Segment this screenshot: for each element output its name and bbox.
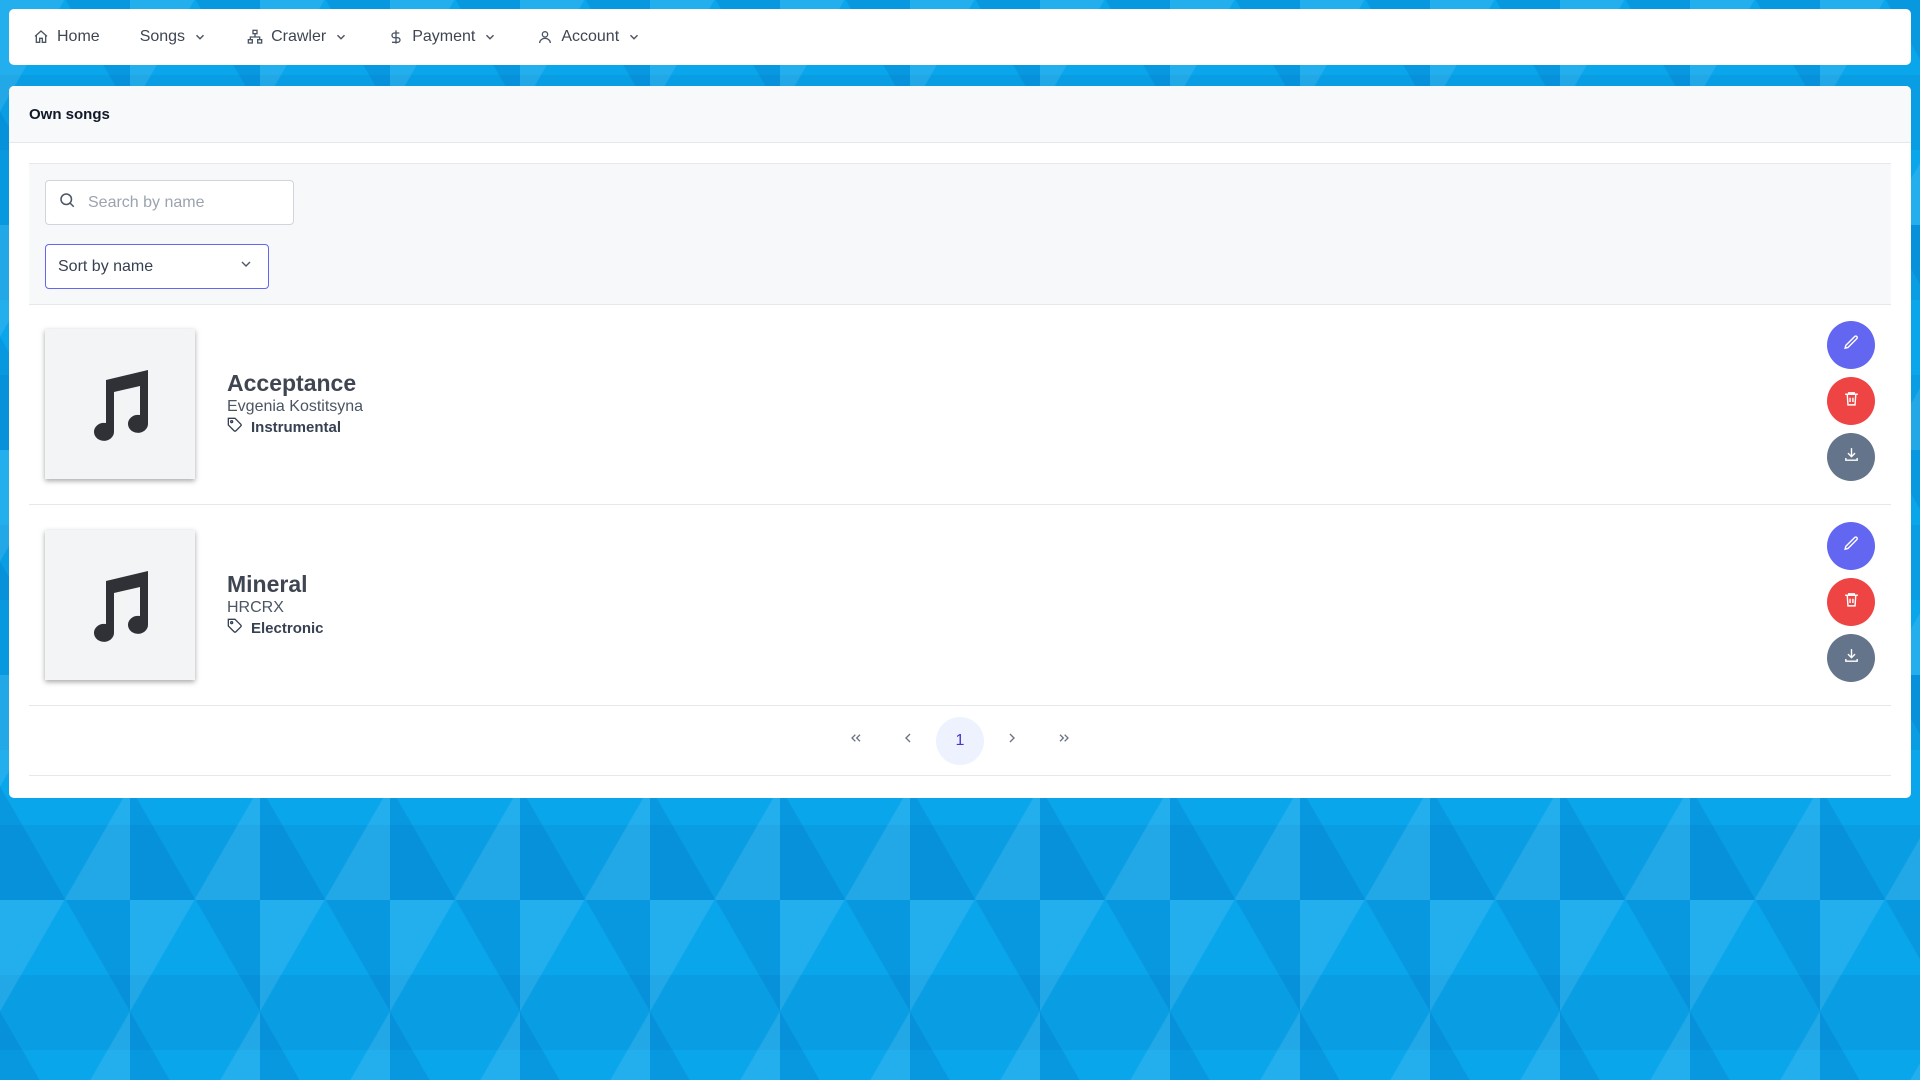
chevron-down-icon <box>627 30 641 44</box>
next-page-button[interactable] <box>988 717 1036 765</box>
download-icon <box>1843 446 1860 468</box>
last-page-button[interactable] <box>1040 717 1088 765</box>
nav-account[interactable]: Account <box>537 9 641 65</box>
nav-home[interactable]: Home <box>33 9 100 65</box>
song-title: Mineral <box>227 571 308 597</box>
song-actions <box>1827 321 1875 481</box>
pencil-icon <box>1843 535 1860 557</box>
sitemap-icon <box>247 29 263 45</box>
chevrons-left-icon <box>848 730 864 751</box>
edit-button[interactable] <box>1827 522 1875 570</box>
search-box[interactable] <box>45 180 294 225</box>
user-icon <box>537 29 553 45</box>
delete-button[interactable] <box>1827 578 1875 626</box>
download-icon <box>1843 647 1860 669</box>
nav-home-label: Home <box>57 28 100 45</box>
delete-button[interactable] <box>1827 377 1875 425</box>
trash-icon <box>1843 390 1860 412</box>
music-note-icon <box>88 563 152 648</box>
tag-icon <box>227 417 243 439</box>
chevron-down-icon <box>238 256 254 277</box>
song-cover <box>45 530 195 680</box>
nav-account-label: Account <box>561 28 620 45</box>
chevron-right-icon <box>1004 730 1020 751</box>
search-input[interactable] <box>88 193 278 212</box>
search-icon <box>58 191 76 214</box>
page-number-button[interactable]: 1 <box>936 716 984 765</box>
card-title: Own songs <box>29 105 110 123</box>
song-genre: Electronic <box>227 618 324 640</box>
pencil-icon <box>1843 334 1860 356</box>
music-note-icon <box>88 362 152 447</box>
song-genre-label: Instrumental <box>251 419 342 436</box>
nav-crawler[interactable]: Crawler <box>247 9 348 65</box>
chevron-down-icon <box>483 30 497 44</box>
sort-selected-label: Sort by name <box>58 257 154 275</box>
trash-icon <box>1843 591 1860 613</box>
download-button[interactable] <box>1827 634 1875 682</box>
chevron-left-icon <box>900 730 916 751</box>
nav-songs[interactable]: Songs <box>140 9 207 65</box>
song-genre: Instrumental <box>227 417 363 439</box>
song-artist: HRCRX <box>227 599 284 616</box>
song-artist: Evgenia Kostitsyna <box>227 398 364 415</box>
nav-crawler-label: Crawler <box>271 28 327 45</box>
filter-toolbar: Sort by name <box>29 163 1891 305</box>
dollar-icon <box>388 29 404 45</box>
card-header: Own songs <box>9 86 1911 143</box>
edit-button[interactable] <box>1827 321 1875 369</box>
own-songs-card: Own songs Sort by name Acceptance Evgeni… <box>9 86 1911 798</box>
nav-songs-label: Songs <box>139 28 186 45</box>
song-genre-label: Electronic <box>251 620 324 637</box>
song-info: Acceptance Evgenia Kostitsyna Instrument… <box>227 369 363 439</box>
chevrons-right-icon <box>1056 730 1072 751</box>
chevron-down-icon <box>193 30 207 44</box>
download-button[interactable] <box>1827 433 1875 481</box>
song-row: Mineral HRCRX Electronic <box>29 506 1891 706</box>
sort-dropdown[interactable]: Sort by name <box>45 244 269 289</box>
nav-payment-label: Payment <box>412 28 476 45</box>
tag-icon <box>227 618 243 640</box>
chevron-down-icon <box>334 30 348 44</box>
song-title: Acceptance <box>227 370 357 396</box>
top-navbar: Home Songs Crawler Payment Account <box>9 9 1911 65</box>
pagination: 1 <box>29 706 1891 776</box>
song-info: Mineral HRCRX Electronic <box>227 570 324 640</box>
song-row: Acceptance Evgenia Kostitsyna Instrument… <box>29 305 1891 505</box>
song-cover <box>45 329 195 479</box>
home-icon <box>33 29 49 45</box>
prev-page-button[interactable] <box>884 717 932 765</box>
song-actions <box>1827 522 1875 682</box>
first-page-button[interactable] <box>832 717 880 765</box>
nav-payment[interactable]: Payment <box>388 9 497 65</box>
